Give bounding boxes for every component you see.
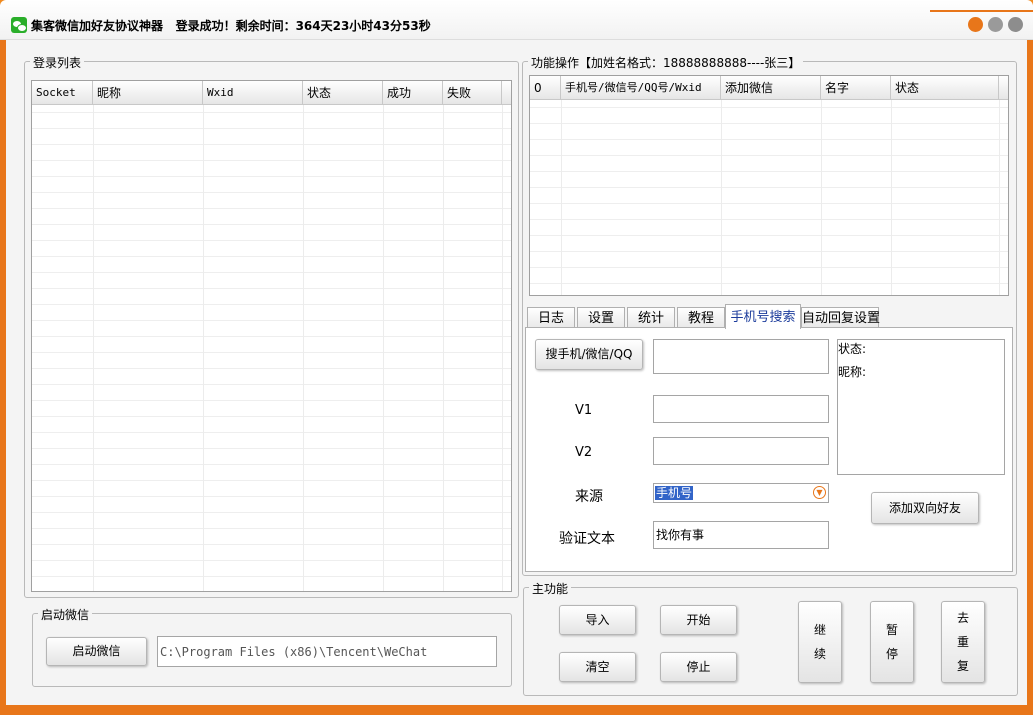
- result-nickname-label: 昵称:: [838, 365, 867, 379]
- login-list-label: 登录列表: [30, 54, 85, 71]
- grid-divider: [821, 100, 822, 295]
- col-add-wechat[interactable]: 添加微信: [721, 76, 821, 100]
- col-status[interactable]: 状态: [303, 81, 383, 105]
- tab-tutorial[interactable]: 教程: [677, 307, 725, 328]
- login-list-table[interactable]: Socket 昵称 Wxid 状态 成功 失败: [31, 80, 512, 592]
- minimize-icon[interactable]: [988, 17, 1003, 32]
- col-index[interactable]: 0: [530, 76, 561, 100]
- result-status-label: 状态:: [838, 342, 867, 356]
- grid-divider: [383, 105, 384, 591]
- col-fail[interactable]: 失败: [443, 81, 502, 105]
- source-selected-value: 手机号: [655, 486, 694, 500]
- continue-char: 继: [813, 623, 826, 637]
- v1-label: V1: [575, 403, 593, 418]
- tab-auto-reply[interactable]: 自动回复设置: [801, 307, 880, 328]
- tab-phone-search[interactable]: 手机号搜索: [725, 304, 801, 329]
- v1-input[interactable]: [653, 395, 829, 423]
- login-status-text: 登录成功！剩余时间：364天23小时43分53秒: [175, 19, 431, 33]
- wechat-icon: [11, 17, 27, 33]
- tab-settings[interactable]: 设置: [577, 307, 625, 328]
- start-wechat-label: 启动微信: [38, 606, 93, 623]
- wechat-path-input[interactable]: C:\Program Files (x86)\Tencent\WeChat: [157, 636, 497, 667]
- func-ops-label: 功能操作【加姓名格式：18888888888----张三】: [528, 54, 804, 71]
- col-socket[interactable]: Socket: [32, 81, 93, 105]
- tab-stats[interactable]: 统计: [627, 307, 675, 328]
- source-label: 来源: [575, 489, 603, 505]
- grid-divider: [721, 100, 722, 295]
- chevron-down-icon[interactable]: ▼: [813, 486, 826, 499]
- stop-button[interactable]: 停止: [660, 652, 737, 682]
- import-button[interactable]: 导入: [559, 605, 636, 635]
- app-title: 集客微信加好友协议神器: [31, 19, 164, 33]
- window-title: 集客微信加好友协议神器 登录成功！剩余时间：364天23小时43分53秒: [31, 17, 431, 34]
- dedupe-button[interactable]: 去 重 复: [941, 601, 985, 683]
- grid-divider: [502, 105, 503, 591]
- pause-char: 暂: [885, 623, 898, 637]
- continue-char: 续: [813, 647, 826, 661]
- grid-divider: [891, 100, 892, 295]
- maximize-icon[interactable]: [1008, 17, 1023, 32]
- title-bar[interactable]: 集客微信加好友协议神器 登录成功！剩余时间：364天23小时43分53秒: [0, 0, 1033, 40]
- grid-divider: [443, 105, 444, 591]
- grid-divider: [303, 105, 304, 591]
- source-select[interactable]: 手机号 ▼: [653, 483, 829, 503]
- func-ops-header: 0 手机号/微信号/QQ号/Wxid 添加微信 名字 状态: [530, 76, 1008, 100]
- col-state[interactable]: 状态: [891, 76, 999, 100]
- search-result-box: [837, 339, 1005, 475]
- v2-input[interactable]: [653, 437, 829, 465]
- verify-text-label: 验证文本: [559, 531, 615, 547]
- close-icon[interactable]: [968, 17, 983, 32]
- dedupe-char: 去: [956, 611, 969, 625]
- window-border-left: [0, 40, 6, 710]
- grid-divider: [203, 105, 204, 591]
- col-success[interactable]: 成功: [383, 81, 443, 105]
- col-nickname[interactable]: 昵称: [93, 81, 203, 105]
- clear-button[interactable]: 清空: [559, 652, 636, 682]
- continue-button[interactable]: 继 续: [798, 601, 842, 683]
- func-ops-table[interactable]: 0 手机号/微信号/QQ号/Wxid 添加微信 名字 状态: [529, 75, 1009, 296]
- v2-label: V2: [575, 445, 593, 460]
- start-button[interactable]: 开始: [660, 605, 737, 635]
- search-account-input[interactable]: [653, 339, 829, 374]
- grid-divider: [561, 100, 562, 295]
- dedupe-char: 重: [956, 635, 969, 649]
- login-list-header: Socket 昵称 Wxid 状态 成功 失败: [32, 81, 511, 105]
- window-border-right: [1027, 40, 1033, 710]
- main-functions-label: 主功能: [529, 580, 572, 597]
- search-account-button[interactable]: 搜手机/微信/QQ: [535, 339, 643, 370]
- grid-divider: [999, 100, 1000, 295]
- verify-text-input[interactable]: 找你有事: [653, 521, 829, 549]
- col-account[interactable]: 手机号/微信号/QQ号/Wxid: [561, 76, 721, 100]
- tab-log[interactable]: 日志: [527, 307, 575, 328]
- start-wechat-button[interactable]: 启动微信: [46, 637, 147, 666]
- pause-button[interactable]: 暂 停: [870, 601, 914, 683]
- col-name[interactable]: 名字: [821, 76, 891, 100]
- window-border-bottom: [0, 705, 1033, 715]
- add-mutual-friend-button[interactable]: 添加双向好友: [871, 492, 979, 524]
- dedupe-char: 复: [956, 659, 969, 673]
- col-wxid[interactable]: Wxid: [203, 81, 303, 105]
- grid-divider: [93, 105, 94, 591]
- pause-char: 停: [885, 647, 898, 661]
